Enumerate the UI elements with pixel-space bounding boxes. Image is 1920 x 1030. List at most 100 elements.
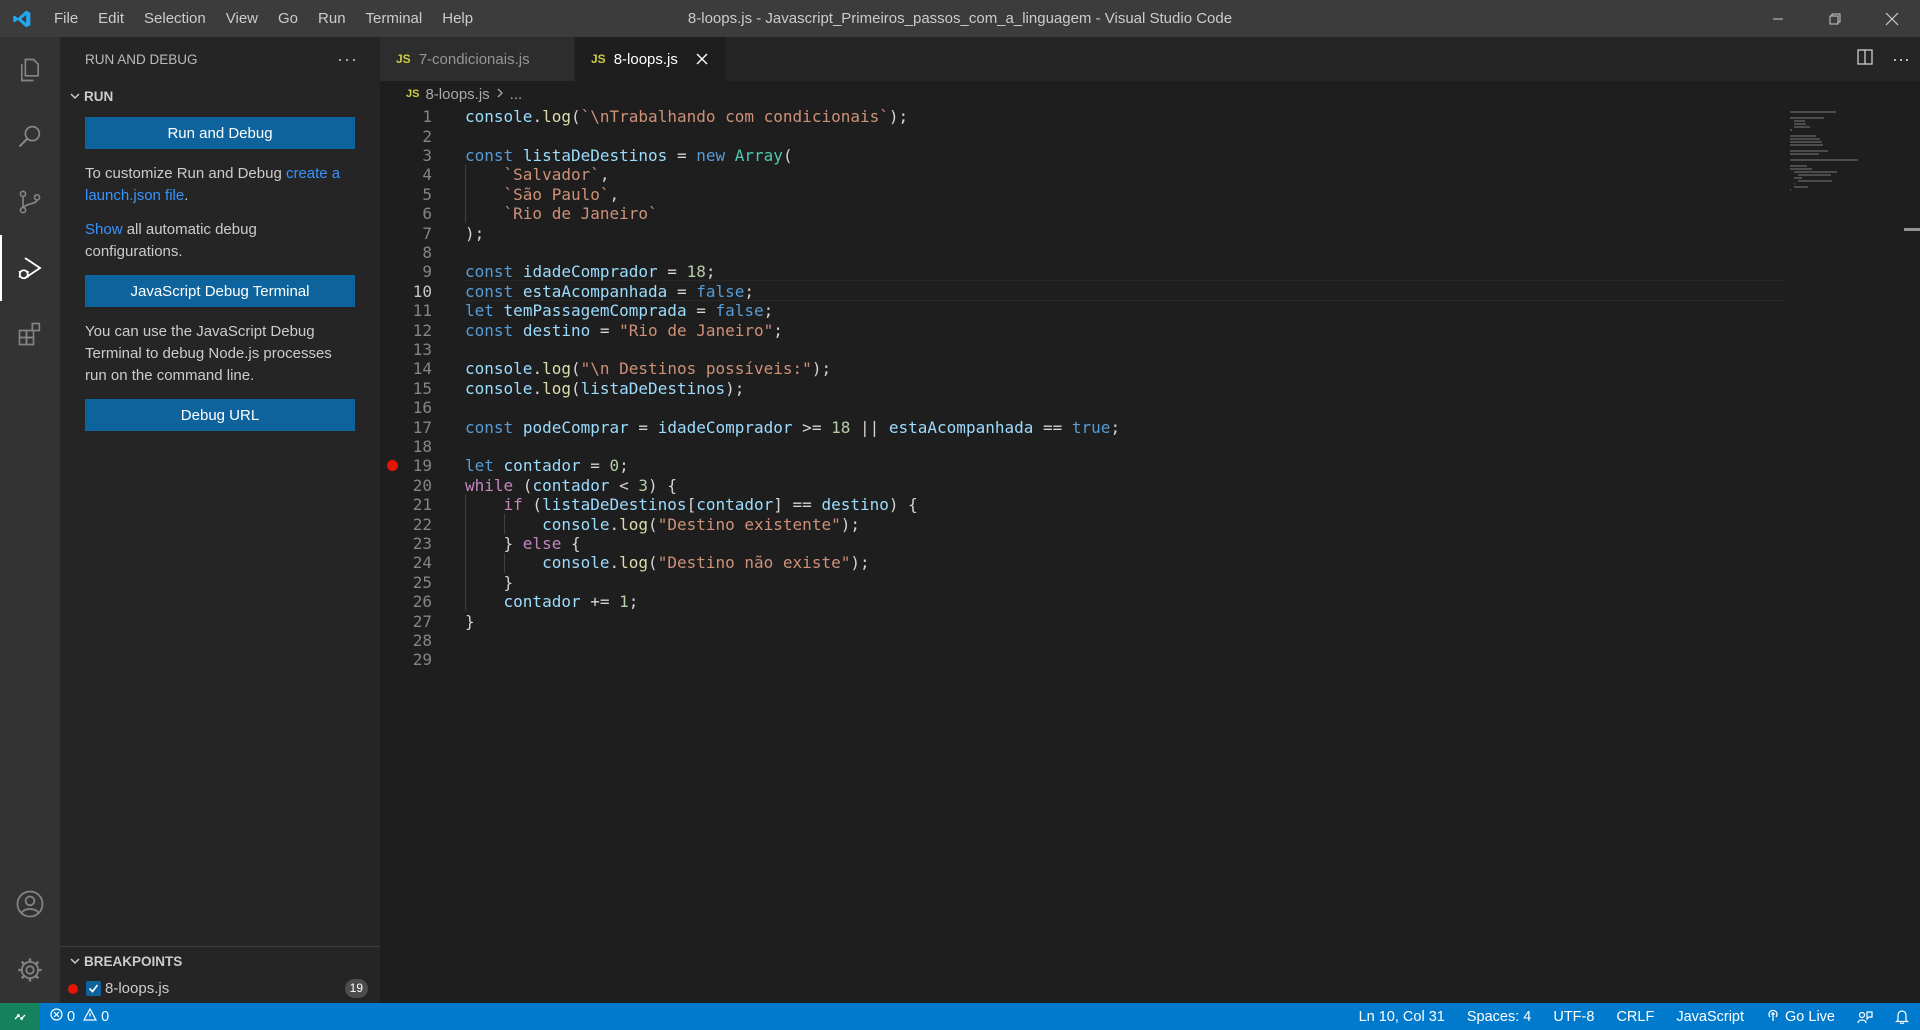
encoding[interactable]: UTF-8 [1542,1009,1605,1025]
end-of-line[interactable]: CRLF [1605,1009,1665,1025]
code-line[interactable]: 12 const destino = "Rio de Janeiro"; [380,320,1780,340]
menu-item-file[interactable]: File [44,0,88,37]
menu-item-edit[interactable]: Edit [88,0,134,37]
breadcrumb-symbol[interactable]: ... [510,86,523,103]
tab-7-condicionais[interactable]: JS 7-condicionais.js [380,37,575,81]
breadcrumb-file[interactable]: 8-loops.js [425,86,489,103]
extensions-icon[interactable] [0,301,60,367]
line-code: if (listaDeDestinos[contador] == destino… [503,495,918,515]
menu-item-help[interactable]: Help [432,0,483,37]
menu-item-terminal[interactable]: Terminal [356,0,433,37]
menu-item-view[interactable]: View [216,0,268,37]
feedback-icon[interactable] [1846,1010,1884,1024]
indent-guide [465,572,466,592]
breakpoint-item[interactable]: 8-loops.js 19 [60,975,380,1002]
code-line[interactable]: 26 contador += 1; [380,592,1780,611]
line-code: } [465,611,475,631]
accounts-icon[interactable] [0,871,60,937]
line-code: console.log("Destino existente"); [542,514,860,534]
cursor-position[interactable]: Ln 10, Col 31 [1348,1009,1456,1025]
code-line[interactable]: 16 [380,398,1780,417]
go-live-button[interactable]: Go Live [1755,1008,1846,1026]
code-line[interactable]: 14 console.log("\n Destinos possíveis:"); [380,359,1780,378]
line-code: let temPassagemComprada = false; [465,301,774,321]
code-line[interactable]: 29 [380,650,1780,669]
breakpoints-header[interactable]: BREAKPOINTS [60,947,380,975]
code-line[interactable]: 21 if (listaDeDestinos[contador] == dest… [380,495,1780,514]
restore-button[interactable] [1806,0,1863,37]
code-line[interactable]: 27} [380,611,1780,631]
menu-item-run[interactable]: Run [308,0,356,37]
code-editor[interactable]: 1 console.log(`\nTrabalhando com condicio… [380,107,1900,1003]
more-actions-icon[interactable]: ··· [1892,49,1910,70]
minimap[interactable] [1790,107,1900,407]
show-link[interactable]: Show [85,221,123,238]
line-code: while (contador < 3) { [465,475,677,495]
code-line[interactable]: 8 [380,243,1780,262]
code-line[interactable]: 15 console.log(listaDeDestinos); [380,379,1780,398]
indent-guide [465,165,466,185]
indent-guide [465,514,466,534]
code-line[interactable]: 1 console.log(`\nTrabalhando com condicio… [380,107,1780,126]
line-number: 9 [422,262,432,282]
run-section-title: RUN [84,88,114,104]
line-number: 3 [422,145,432,165]
remote-icon[interactable] [0,1003,40,1030]
code-line[interactable]: 23 } else { [380,534,1780,553]
problems-indicator[interactable]: 0 0 [40,1007,109,1025]
run-section-header[interactable]: RUN [60,81,380,111]
line-code: console.log("\n Destinos possíveis:"); [465,359,832,379]
line-number: 12 [412,320,432,340]
code-line[interactable]: 3 const listaDeDestinos = new Array( [380,146,1780,165]
code-line[interactable]: 2 [380,126,1780,146]
code-line[interactable]: 25 } [380,573,1780,592]
code-line[interactable]: 5 `São Paulo`, [380,185,1780,204]
code-line[interactable]: 20 while (contador < 3) { [380,476,1780,495]
run-debug-icon[interactable] [0,235,60,301]
code-line[interactable]: 7); [380,223,1780,243]
code-line[interactable]: 22 console.log("Destino existente"); [380,514,1780,534]
search-icon[interactable] [0,103,60,169]
code-line[interactable]: 17 const podeComprar = idadeComprador >= … [380,417,1780,437]
vscode-logo-icon [0,0,44,37]
editor-scrollbar[interactable] [1904,228,1920,231]
indent-guide [465,553,466,573]
code-line[interactable]: 18 [380,437,1780,456]
breakpoint-checkbox[interactable] [86,981,101,996]
notifications-bell-icon[interactable] [1884,1009,1920,1024]
menu-item-go[interactable]: Go [268,0,308,37]
minimize-button[interactable] [1749,0,1806,37]
indentation[interactable]: Spaces: 4 [1456,1009,1543,1025]
line-number: 29 [412,650,432,670]
code-line[interactable]: 24 console.log("Destino não existe"); [380,553,1780,572]
close-tab-icon[interactable] [692,53,712,65]
source-control-icon[interactable] [0,169,60,235]
minimap-line [1798,174,1831,176]
tab-8-loops[interactable]: JS 8-loops.js [575,37,727,81]
run-debug-sidebar: RUN AND DEBUG ··· RUN Run and Debug To c… [60,37,380,1003]
run-and-debug-button[interactable]: Run and Debug [85,117,355,149]
customize-text: To customize Run and Debug create a laun… [85,163,355,207]
code-line[interactable]: 11 let temPassagemComprada = false; [380,301,1780,320]
debug-url-button[interactable]: Debug URL [85,399,355,431]
close-window-button[interactable] [1863,0,1920,37]
more-actions-icon[interactable]: ··· [337,49,358,70]
line-code: const estaAcompanhada = false; [465,281,755,301]
explorer-icon[interactable] [0,37,60,103]
code-line[interactable]: 19 let contador = 0; [380,456,1780,475]
code-line[interactable]: 9 const idadeComprador = 18; [380,262,1780,281]
code-line[interactable]: 10 const estaAcompanhada = false; [380,282,1780,301]
split-editor-icon[interactable] [1856,48,1874,70]
settings-gear-icon[interactable] [0,937,60,1003]
indent-guide [465,533,466,554]
code-line[interactable]: 28 [380,631,1780,650]
code-line[interactable]: 6 `Rio de Janeiro` [380,204,1780,223]
js-file-icon: JS [406,88,420,100]
javascript-debug-terminal-button[interactable]: JavaScript Debug Terminal [85,275,355,307]
chevron-down-icon [66,90,84,102]
menu-item-selection[interactable]: Selection [134,0,216,37]
code-line[interactable]: 13 [380,340,1780,359]
chevron-right-icon [496,86,504,103]
code-line[interactable]: 4 `Salvador`, [380,165,1780,184]
language-mode[interactable]: JavaScript [1665,1009,1755,1025]
